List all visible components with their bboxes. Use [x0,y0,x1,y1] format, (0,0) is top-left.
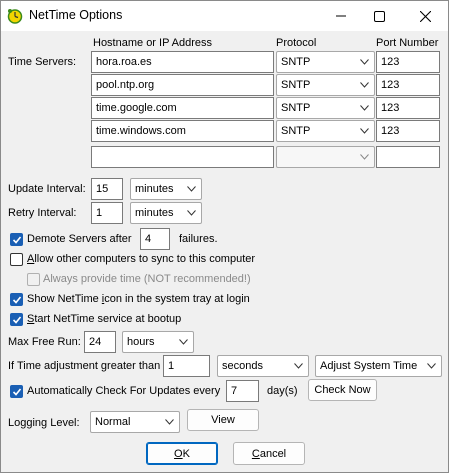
close-button[interactable] [404,1,446,31]
demote-failures-field[interactable]: 4 [140,228,170,250]
ok-label: K [182,447,190,460]
chevron-down-icon [165,419,174,425]
demote-servers-label: Demote Servers after [27,233,132,245]
chevron-down-icon [427,363,436,369]
check-now-button[interactable]: Check Now [308,379,377,401]
chevron-down-icon [360,59,369,65]
server-protocol-select[interactable]: SNTP [276,120,375,142]
server-host-field[interactable]: hora.roa.es [91,51,274,73]
retry-interval-label: Retry Interval: [8,207,77,219]
time-adjustment-action-select[interactable]: Adjust System Time [315,355,442,377]
checkmark-icon [12,296,22,304]
server-port-field[interactable]: 123 [376,120,440,142]
protocol-value: SNTP [281,102,311,114]
always-provide-time-checkbox [27,273,40,286]
demote-servers-checkbox[interactable] [10,233,23,246]
unit-value: minutes [135,207,174,219]
options-dialog: NetTime Options Time Servers: Hostname o… [0,0,449,473]
logging-level-value: Normal [95,416,131,428]
chevron-down-icon [360,82,369,88]
start-service-checkbox[interactable] [10,313,23,326]
max-free-run-unit-select[interactable]: hours [122,331,194,353]
chevron-down-icon [179,339,188,345]
unit-value: seconds [222,360,263,372]
update-interval-unit-select[interactable]: minutes [130,178,202,200]
checkmark-icon [12,388,22,396]
days-label: day(s) [267,385,298,397]
protocol-value: SNTP [281,56,311,68]
failures-label: failures. [179,233,218,245]
title-bar: NetTime Options [1,1,448,31]
minimize-icon [336,15,346,17]
always-provide-time-label: Always provide time (NOT recommended!) [43,273,251,285]
server-protocol-select[interactable] [276,146,375,168]
nettime-app-icon [7,8,23,24]
checkmark-icon [12,236,22,244]
unit-value: minutes [135,183,174,195]
chevron-down-icon [187,186,196,192]
update-interval-field[interactable]: 15 [91,178,123,200]
allow-sync-label: Allow other computers to sync to this co… [27,252,255,266]
cancel-accelerator: C [251,447,260,460]
maximize-icon [373,10,385,22]
close-icon [419,10,431,22]
server-protocol-select[interactable]: SNTP [276,51,375,73]
protocol-value: SNTP [281,125,311,137]
minimize-button[interactable] [320,1,362,31]
auto-update-checkbox[interactable] [10,385,23,398]
server-protocol-select[interactable]: SNTP [276,97,375,119]
server-port-field[interactable]: 123 [376,51,440,73]
port-column-header: Port Number [376,37,439,49]
tray-icon-label: Show NetTime icon in the system tray at … [27,292,250,306]
cancel-label: ancel [259,447,287,460]
chevron-down-icon [360,128,369,134]
max-free-run-field[interactable]: 24 [84,331,116,353]
time-adjustment-unit-select[interactable]: seconds [217,355,309,377]
chevron-down-icon [187,210,196,216]
allow-sync-label-text: llow other computers to sync to this com… [34,253,256,265]
time-adjustment-label: If Time adjustment greater than [8,360,161,372]
time-servers-label: Time Servers: [8,56,77,68]
server-port-field[interactable]: 123 [376,97,440,119]
start-service-label-text: tart NetTime service at bootup [34,313,182,325]
chevron-down-icon [360,154,369,160]
tray-label-part: Show NetTime [27,293,102,305]
server-protocol-select[interactable]: SNTP [276,74,375,96]
chevron-down-icon [294,363,303,369]
unit-value: hours [127,336,155,348]
hostname-column-header: Hostname or IP Address [93,37,213,49]
server-host-field[interactable] [91,146,274,168]
retry-interval-unit-select[interactable]: minutes [130,202,202,224]
server-port-field[interactable] [376,146,440,168]
logging-level-label: Logging Level: [8,417,80,429]
allow-sync-checkbox[interactable] [10,253,23,266]
checkmark-icon [12,316,22,324]
protocol-column-header: Protocol [276,37,317,49]
logging-level-select[interactable]: Normal [90,411,180,433]
auto-update-days-field[interactable]: 7 [226,380,259,402]
ok-button[interactable]: OK [146,442,218,465]
start-service-label: Start NetTime service at bootup [27,312,181,326]
tray-icon-checkbox[interactable] [10,293,23,306]
retry-interval-field[interactable]: 1 [91,202,123,224]
tray-label-part: con in the system tray at login [104,293,250,305]
view-log-button[interactable]: View [187,409,259,431]
window-title: NetTime Options [29,8,123,22]
server-host-field[interactable]: time.windows.com [91,120,274,142]
auto-update-label: Automatically Check For Updates every [27,385,221,397]
protocol-value: SNTP [281,79,311,91]
server-host-field[interactable]: pool.ntp.org [91,74,274,96]
update-interval-label: Update Interval: [8,183,86,195]
max-free-run-label: Max Free Run: [8,336,81,348]
time-adjustment-field[interactable]: 1 [163,355,210,377]
server-host-field[interactable]: time.google.com [91,97,274,119]
cancel-button[interactable]: Cancel [233,442,305,465]
maximize-button[interactable] [358,1,400,31]
server-port-field[interactable]: 123 [376,74,440,96]
action-value: Adjust System Time [320,360,418,372]
chevron-down-icon [360,105,369,111]
ok-accelerator: O [174,447,183,460]
